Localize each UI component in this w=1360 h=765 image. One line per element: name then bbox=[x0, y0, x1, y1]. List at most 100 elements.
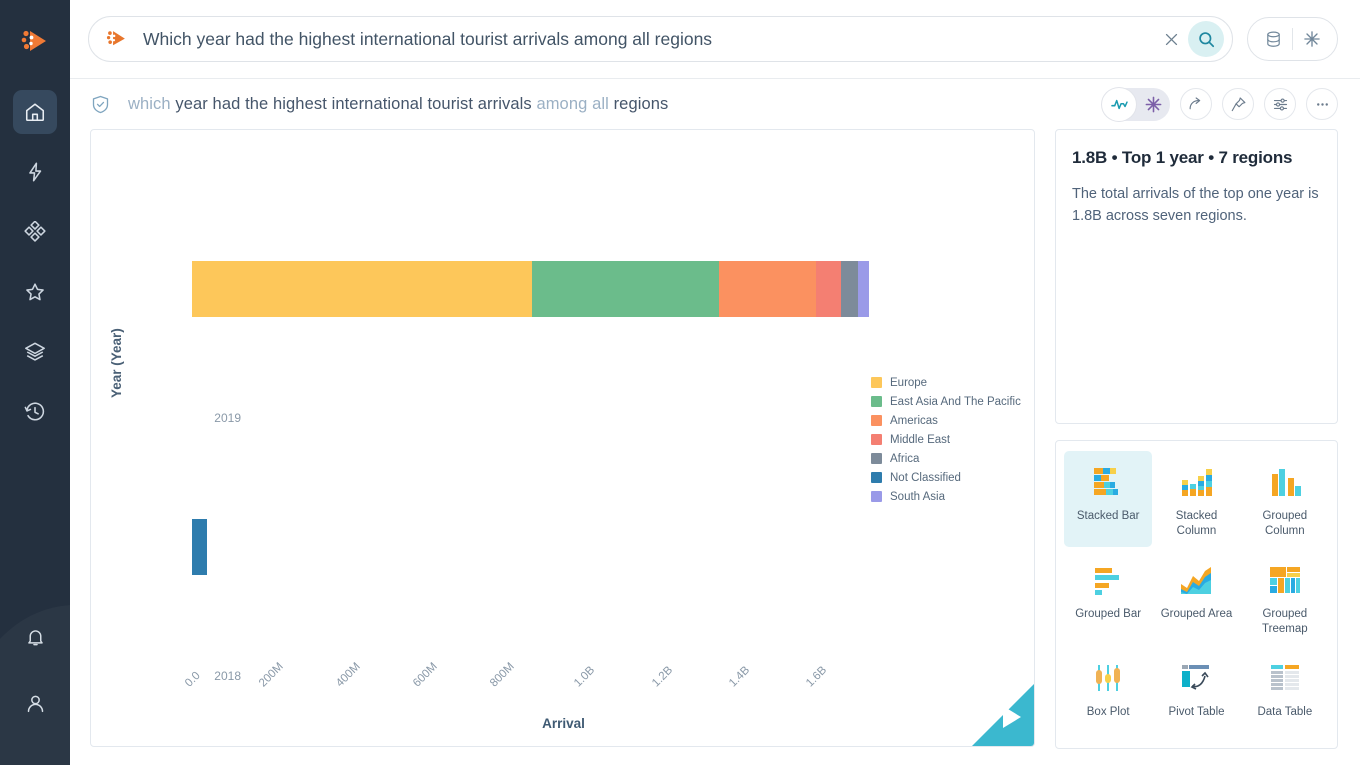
logo-icon bbox=[21, 30, 46, 51]
settings-button[interactable] bbox=[1264, 88, 1296, 120]
sparkle-icon bbox=[1304, 31, 1320, 47]
data-source-button[interactable] bbox=[1254, 20, 1292, 58]
sidebar-item-home[interactable] bbox=[13, 90, 57, 134]
bar-2019[interactable] bbox=[192, 261, 869, 317]
legend-item[interactable]: Not Classified bbox=[871, 468, 1021, 487]
viz-option-stacked-bar[interactable]: Stacked Bar bbox=[1064, 451, 1153, 547]
ai-assist-button[interactable] bbox=[1293, 20, 1331, 58]
search-box[interactable] bbox=[88, 16, 1233, 62]
bar-segment-africa[interactable] bbox=[841, 261, 858, 317]
viz-option-label: Grouped Column bbox=[1262, 510, 1308, 537]
legend-item[interactable]: South Asia bbox=[871, 487, 1021, 506]
clear-search-button[interactable] bbox=[1154, 22, 1188, 56]
legend-item[interactable]: Middle East bbox=[871, 430, 1021, 449]
sidebar bbox=[0, 0, 70, 765]
legend-item[interactable]: Africa bbox=[871, 449, 1021, 468]
legend-item[interactable]: East Asia And The Pacific bbox=[871, 392, 1021, 411]
bar-segment-south-asia[interactable] bbox=[858, 261, 869, 317]
x-tick-1: 200M bbox=[257, 660, 286, 690]
viz-option-label: Stacked Column bbox=[1175, 510, 1218, 537]
search-input[interactable] bbox=[131, 28, 1154, 50]
grouped-treemap-icon bbox=[1267, 559, 1303, 601]
legend-label: Middle East bbox=[890, 433, 951, 446]
grouped-area-icon bbox=[1178, 559, 1214, 601]
legend-label: Not Classified bbox=[890, 471, 961, 484]
insight-body: The total arrivals of the top one year i… bbox=[1072, 186, 1319, 224]
viz-option-box-plot[interactable]: Box Plot bbox=[1064, 647, 1152, 728]
legend-item[interactable]: Europe bbox=[871, 373, 1021, 392]
viz-option-label: Grouped Treemap bbox=[1262, 607, 1308, 635]
sidebar-nav bbox=[0, 82, 70, 450]
viz-option-stacked-column[interactable]: Stacked Column bbox=[1152, 451, 1240, 547]
stacked-bar-icon bbox=[1090, 461, 1126, 503]
chart-view-button[interactable] bbox=[1102, 87, 1136, 121]
sidebar-item-data[interactable] bbox=[13, 330, 57, 374]
legend-swatch bbox=[871, 491, 882, 502]
database-icon bbox=[1266, 31, 1280, 47]
search-submit-button[interactable] bbox=[1188, 21, 1224, 57]
ai-view-button[interactable] bbox=[1136, 88, 1170, 121]
user-icon bbox=[27, 695, 43, 712]
bar-segment-not-classified[interactable] bbox=[192, 519, 207, 575]
search-icon bbox=[1198, 31, 1214, 47]
data-table-icon bbox=[1267, 657, 1303, 699]
content-area: Year (Year) 2019 2018 Europe East Asia A… bbox=[70, 129, 1360, 749]
share-button[interactable] bbox=[1180, 88, 1212, 120]
visualization-picker: Stacked Bar Stacked Column Grouped Colum… bbox=[1055, 440, 1338, 749]
viz-option-label: Pivot Table bbox=[1168, 705, 1225, 718]
bar-segment-east-asia-and-the-pacific[interactable] bbox=[532, 261, 719, 317]
legend-swatch bbox=[871, 472, 882, 483]
sidebar-item-apps[interactable] bbox=[13, 210, 57, 254]
x-tick-2: 400M bbox=[334, 660, 363, 690]
sidebar-item-spark[interactable] bbox=[13, 150, 57, 194]
share-arrow-icon bbox=[1189, 96, 1200, 109]
chart-legend: Europe East Asia And The Pacific America… bbox=[871, 373, 1021, 506]
sidebar-item-notifications[interactable] bbox=[13, 615, 57, 659]
visualization-grid: Stacked Bar Stacked Column Grouped Colum… bbox=[1064, 451, 1329, 728]
legend-label: Americas bbox=[890, 414, 938, 427]
x-tick-7: 1.4B bbox=[727, 664, 753, 690]
viz-option-grouped-area[interactable]: Grouped Area bbox=[1152, 549, 1240, 645]
right-panel: 1.8B • Top 1 year • 7 regions The total … bbox=[1055, 129, 1338, 749]
activity-chart-icon bbox=[1110, 99, 1128, 109]
bell-icon bbox=[27, 629, 43, 645]
viz-option-grouped-bar[interactable]: Grouped Bar bbox=[1064, 549, 1152, 645]
x-tick-5: 1.0B bbox=[572, 664, 598, 690]
x-tick-8: 1.6B bbox=[804, 664, 830, 690]
legend-swatch bbox=[871, 434, 882, 445]
answer-toolbar bbox=[1102, 87, 1338, 121]
insight-title: 1.8B • Top 1 year • 7 regions bbox=[1072, 148, 1293, 167]
pin-button[interactable] bbox=[1222, 88, 1254, 120]
play-button[interactable] bbox=[972, 684, 1034, 746]
legend-swatch bbox=[871, 453, 882, 464]
bar-segment-americas[interactable] bbox=[719, 261, 816, 317]
legend-swatch bbox=[871, 377, 882, 388]
answer-header: which year had the highest international… bbox=[70, 79, 1360, 129]
legend-swatch bbox=[871, 396, 882, 407]
viz-option-pivot-table[interactable]: Pivot Table bbox=[1152, 647, 1240, 728]
viz-option-label: Grouped Bar bbox=[1075, 607, 1142, 620]
legend-label: South Asia bbox=[890, 490, 945, 503]
query-token-1: year had the highest international touri… bbox=[175, 94, 537, 113]
ellipsis-icon bbox=[1316, 102, 1328, 106]
grouped-bar-icon bbox=[1090, 559, 1126, 601]
sidebar-item-history[interactable] bbox=[13, 390, 57, 434]
legend-item[interactable]: Americas bbox=[871, 411, 1021, 430]
close-icon bbox=[1165, 33, 1177, 45]
legend-label: East Asia And The Pacific bbox=[890, 395, 1021, 408]
x-axis-label: Arrival bbox=[542, 716, 585, 731]
bar-segment-middle-east[interactable] bbox=[816, 261, 841, 317]
bar-segment-europe[interactable] bbox=[192, 261, 532, 317]
app-logo[interactable] bbox=[0, 22, 70, 62]
search-logo-icon bbox=[103, 25, 131, 53]
viz-option-data-table[interactable]: Data Table bbox=[1241, 647, 1329, 728]
bar-2018[interactable] bbox=[192, 519, 207, 575]
viz-option-grouped-treemap[interactable]: Grouped Treemap bbox=[1241, 549, 1329, 645]
sidebar-item-favorites[interactable] bbox=[13, 270, 57, 314]
answer-query-text: which year had the highest international… bbox=[128, 95, 668, 114]
viz-option-grouped-column[interactable]: Grouped Column bbox=[1241, 451, 1329, 547]
y-axis-label: Year (Year) bbox=[109, 328, 124, 398]
legend-swatch bbox=[871, 415, 882, 426]
more-options-button[interactable] bbox=[1306, 88, 1338, 120]
sidebar-item-profile[interactable] bbox=[13, 681, 57, 725]
